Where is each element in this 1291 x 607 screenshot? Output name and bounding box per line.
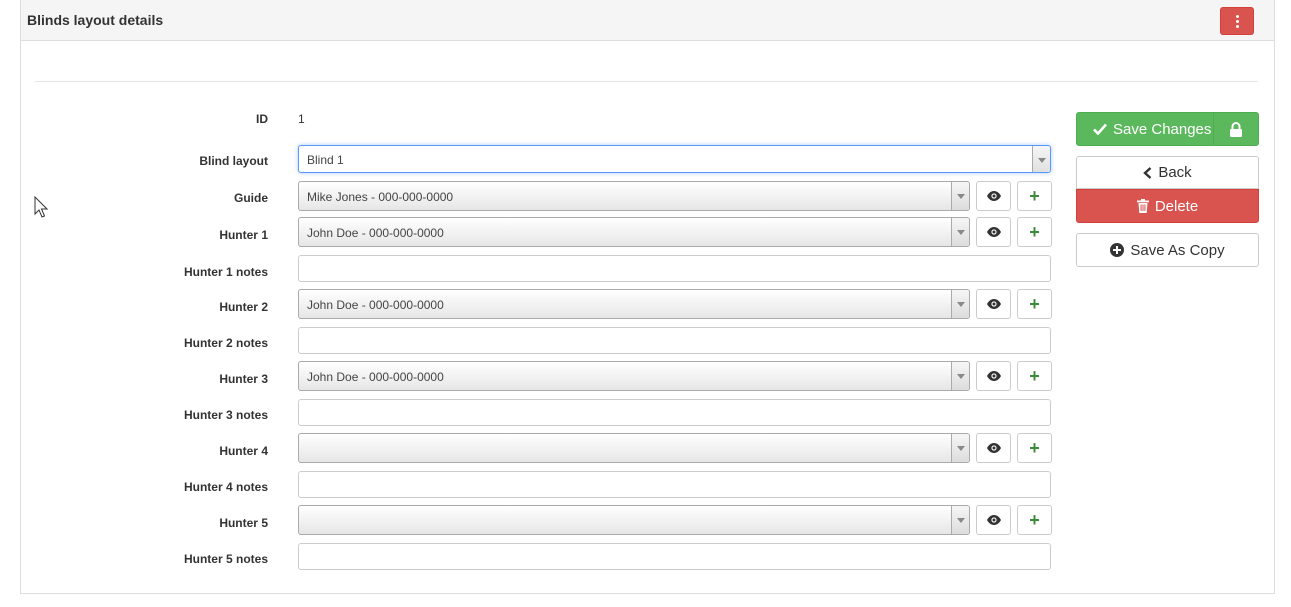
chevron-down-icon (951, 434, 969, 462)
hunter-2-notes-input[interactable] (298, 327, 1051, 354)
hunter-5-view-button[interactable] (976, 505, 1011, 535)
check-icon (1093, 123, 1107, 135)
save-as-copy-label: Save As Copy (1130, 241, 1225, 259)
eye-icon (986, 227, 1001, 237)
hunter-4-label: Hunter 4 (219, 444, 268, 458)
blind-layout-select[interactable]: Blind 1 (298, 145, 1051, 173)
hunter-4-select[interactable] (298, 433, 970, 463)
mouse-cursor-icon (34, 196, 48, 218)
trash-icon (1136, 199, 1149, 213)
hunter-3-notes-input[interactable] (298, 399, 1051, 426)
hunter-3-value: John Doe - 000-000-0000 (307, 370, 444, 384)
chevron-down-icon (951, 506, 969, 534)
plus-icon: + (1029, 294, 1040, 314)
guide-select[interactable]: Mike Jones - 000-000-0000 (298, 181, 970, 211)
chevron-down-icon (951, 362, 969, 390)
blind-layout-label: Blind layout (199, 154, 268, 168)
hunter-1-select[interactable]: John Doe - 000-000-0000 (298, 217, 970, 247)
id-value: 1 (298, 112, 305, 126)
hunter-5-notes-label: Hunter 5 notes (183, 552, 268, 566)
hunter-5-select[interactable] (298, 505, 970, 535)
hunter-2-add-button[interactable]: + (1017, 289, 1052, 319)
id-label: ID (256, 112, 268, 126)
chevron-down-icon (1032, 146, 1050, 172)
guide-view-button[interactable] (976, 181, 1011, 211)
chevron-down-icon (951, 290, 969, 318)
back-button[interactable]: Back (1076, 156, 1259, 189)
kebab-icon (1235, 14, 1239, 18)
panel-title: Blinds layout details (27, 12, 164, 28)
plus-icon: + (1029, 186, 1040, 206)
hunter-3-label: Hunter 3 (219, 372, 268, 386)
save-changes-label: Save Changes (1113, 120, 1212, 138)
hunter-1-notes-input[interactable] (298, 255, 1051, 282)
hunter-5-label: Hunter 5 (219, 516, 268, 530)
save-as-copy-button[interactable]: Save As Copy (1076, 233, 1259, 267)
lock-icon (1230, 121, 1242, 137)
hunter-3-add-button[interactable]: + (1017, 361, 1052, 391)
eye-icon (986, 371, 1001, 381)
eye-icon (986, 299, 1001, 309)
lock-toggle[interactable] (1213, 113, 1258, 145)
plus-icon: + (1029, 510, 1040, 530)
delete-label: Delete (1154, 197, 1199, 215)
hunter-2-label: Hunter 2 (219, 300, 268, 314)
hunter-1-notes-label: Hunter 1 notes (183, 265, 268, 279)
panel-heading: Blinds layout details (21, 0, 1274, 41)
chevron-left-icon (1143, 166, 1152, 179)
hunter-4-notes-label: Hunter 4 notes (183, 480, 268, 494)
save-changes-button[interactable]: Save Changes (1076, 112, 1259, 146)
chevron-down-icon (951, 218, 969, 246)
hunter-5-add-button[interactable]: + (1017, 505, 1052, 535)
hunter-2-notes-label: Hunter 2 notes (183, 336, 268, 350)
plus-icon: + (1029, 438, 1040, 458)
eye-icon (986, 515, 1001, 525)
more-options-button[interactable] (1220, 7, 1254, 35)
back-label: Back (1158, 164, 1192, 181)
guide-value: Mike Jones - 000-000-0000 (307, 190, 454, 204)
blinds-layout-panel: Blinds layout details ID 1 Blind layout … (20, 0, 1275, 594)
divider (35, 81, 1258, 82)
guide-add-button[interactable]: + (1017, 181, 1052, 211)
hunter-5-notes-input[interactable] (298, 543, 1051, 570)
hunter-3-view-button[interactable] (976, 361, 1011, 391)
hunter-1-add-button[interactable]: + (1017, 217, 1052, 247)
plus-icon: + (1029, 366, 1040, 386)
delete-button[interactable]: Delete (1076, 189, 1259, 223)
blind-layout-value: Blind 1 (307, 153, 344, 167)
plus-icon: + (1029, 222, 1040, 242)
hunter-4-add-button[interactable]: + (1017, 433, 1052, 463)
plus-circle-icon (1110, 243, 1125, 257)
hunter-3-select[interactable]: John Doe - 000-000-0000 (298, 361, 970, 391)
hunter-4-view-button[interactable] (976, 433, 1011, 463)
hunter-2-value: John Doe - 000-000-0000 (307, 298, 444, 312)
hunter-2-view-button[interactable] (976, 289, 1011, 319)
hunter-1-value: John Doe - 000-000-0000 (307, 226, 444, 240)
chevron-down-icon (951, 182, 969, 210)
hunter-1-view-button[interactable] (976, 217, 1011, 247)
eye-icon (986, 191, 1001, 201)
hunter-2-select[interactable]: John Doe - 000-000-0000 (298, 289, 970, 319)
hunter-3-notes-label: Hunter 3 notes (183, 408, 268, 422)
hunter-4-notes-input[interactable] (298, 471, 1051, 498)
hunter-1-label: Hunter 1 (219, 228, 268, 242)
guide-label: Guide (233, 191, 268, 205)
eye-icon (986, 443, 1001, 453)
